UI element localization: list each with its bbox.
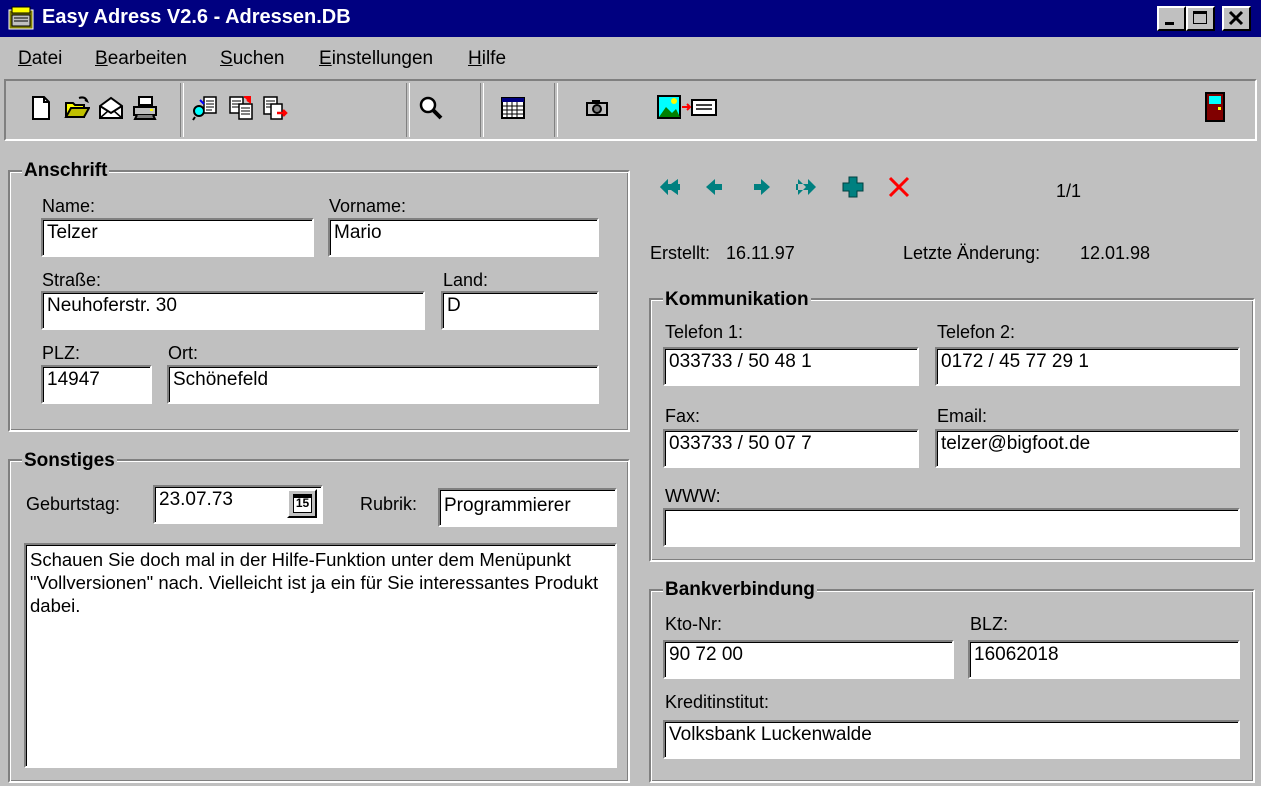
- telefon1-field[interactable]: 033733 / 50 48 1: [663, 347, 919, 386]
- minimize-button[interactable]: [1157, 6, 1186, 31]
- previous-record-icon[interactable]: [702, 174, 728, 200]
- title-bar[interactable]: Easy Adress V2.6 - Adressen.DB: [0, 0, 1261, 37]
- plz-label: PLZ:: [42, 343, 81, 363]
- blz-label: BLZ:: [970, 614, 1009, 634]
- camera-icon[interactable]: [584, 95, 610, 121]
- letzte-aenderung-value: 12.01.98: [1080, 243, 1151, 263]
- name-label: Name:: [42, 196, 96, 216]
- menu-bearbeiten[interactable]: Bearbeiten: [95, 48, 187, 70]
- name-field[interactable]: Telzer: [41, 218, 314, 257]
- fax-field[interactable]: 033733 / 50 07 7: [663, 429, 919, 468]
- menu-einstellungen[interactable]: Einstellungen: [319, 48, 433, 70]
- toolbar-separator: [480, 83, 484, 137]
- app-icon: [8, 6, 34, 30]
- add-record-icon[interactable]: [840, 174, 866, 200]
- maximize-icon: [1193, 11, 1207, 24]
- fax-label: Fax:: [665, 406, 701, 426]
- kommunikation-title: Kommunikation: [663, 289, 811, 311]
- menu-suchen[interactable]: Suchen: [220, 48, 284, 70]
- menu-bar: Datei Bearbeiten Suchen Einstellungen Hi…: [0, 37, 1261, 77]
- kreditinstitut-field[interactable]: Volksbank Luckenwalde: [663, 720, 1240, 759]
- bankverbindung-title: Bankverbindung: [663, 579, 817, 601]
- toolbar-separator: [554, 83, 558, 137]
- calendar-icon: 15: [293, 494, 312, 513]
- calendar-picker-button[interactable]: 15: [287, 489, 317, 518]
- land-label: Land:: [443, 270, 489, 290]
- calendar-grid-icon[interactable]: [500, 95, 526, 121]
- email-field[interactable]: telzer@bigfoot.de: [935, 429, 1240, 468]
- find-replace-icon[interactable]: [192, 95, 218, 121]
- erstellt-label: Erstellt:: [650, 243, 711, 263]
- toolbar-separator: [180, 83, 184, 137]
- sonstiges-title: Sonstiges: [22, 450, 117, 472]
- blz-field[interactable]: 16062018: [968, 640, 1240, 679]
- telefon1-label: Telefon 1:: [665, 322, 744, 342]
- vorname-field[interactable]: Mario: [328, 218, 599, 257]
- minimize-icon: [1165, 22, 1174, 25]
- close-button[interactable]: [1222, 6, 1251, 31]
- letzte-aenderung-label: Letzte Änderung:: [903, 243, 1041, 263]
- first-record-icon[interactable]: [658, 174, 684, 200]
- erstellt-value: 16.11.97: [726, 243, 795, 263]
- rubrik-field[interactable]: Programmierer: [438, 488, 617, 527]
- window-title: Easy Adress V2.6 - Adressen.DB: [42, 6, 351, 28]
- export-record-icon[interactable]: [262, 95, 288, 121]
- exit-door-icon[interactable]: [1204, 91, 1226, 123]
- strasse-label: Straße:: [42, 270, 102, 290]
- strasse-field[interactable]: Neuhoferstr. 30: [41, 291, 425, 330]
- copy-record-icon[interactable]: [228, 95, 254, 121]
- anschrift-title: Anschrift: [22, 160, 110, 182]
- kto-field[interactable]: 90 72 00: [663, 640, 954, 679]
- last-record-icon[interactable]: [792, 174, 818, 200]
- notes-textarea[interactable]: Schauen Sie doch mal in der Hilfe-Funkti…: [24, 543, 617, 768]
- open-folder-icon[interactable]: [64, 95, 90, 121]
- ort-field[interactable]: Schönefeld: [167, 365, 599, 404]
- delete-record-icon[interactable]: [886, 174, 912, 200]
- geburtstag-label: Geburtstag:: [26, 494, 121, 514]
- print-icon[interactable]: [132, 95, 158, 121]
- land-field[interactable]: D: [441, 291, 599, 330]
- email-label: Email:: [937, 406, 988, 426]
- www-label: WWW:: [665, 486, 721, 506]
- menu-datei[interactable]: Datei: [18, 48, 62, 70]
- kreditinstitut-label: Kreditinstitut:: [665, 692, 770, 712]
- maximize-button[interactable]: [1186, 6, 1215, 31]
- next-record-icon[interactable]: [748, 174, 774, 200]
- telefon2-label: Telefon 2:: [937, 322, 1016, 342]
- envelope-icon[interactable]: [98, 95, 124, 121]
- new-file-icon[interactable]: [28, 95, 54, 121]
- www-field[interactable]: [663, 508, 1240, 547]
- ort-label: Ort:: [168, 343, 198, 363]
- rubrik-label: Rubrik:: [360, 494, 418, 514]
- vorname-label: Vorname:: [329, 196, 407, 216]
- kto-label: Kto-Nr:: [665, 614, 723, 634]
- plz-field[interactable]: 14947: [41, 365, 152, 404]
- toolbar-separator: [406, 83, 410, 137]
- image-to-list-icon[interactable]: [656, 93, 728, 123]
- geburtstag-value: 23.07.73: [159, 489, 233, 510]
- record-counter: 1/1: [1056, 181, 1082, 201]
- close-icon: [1228, 10, 1244, 26]
- search-icon[interactable]: [418, 95, 444, 121]
- toolbar: [4, 79, 1257, 141]
- menu-hilfe[interactable]: Hilfe: [468, 48, 506, 70]
- telefon2-field[interactable]: 0172 / 45 77 29 1: [935, 347, 1240, 386]
